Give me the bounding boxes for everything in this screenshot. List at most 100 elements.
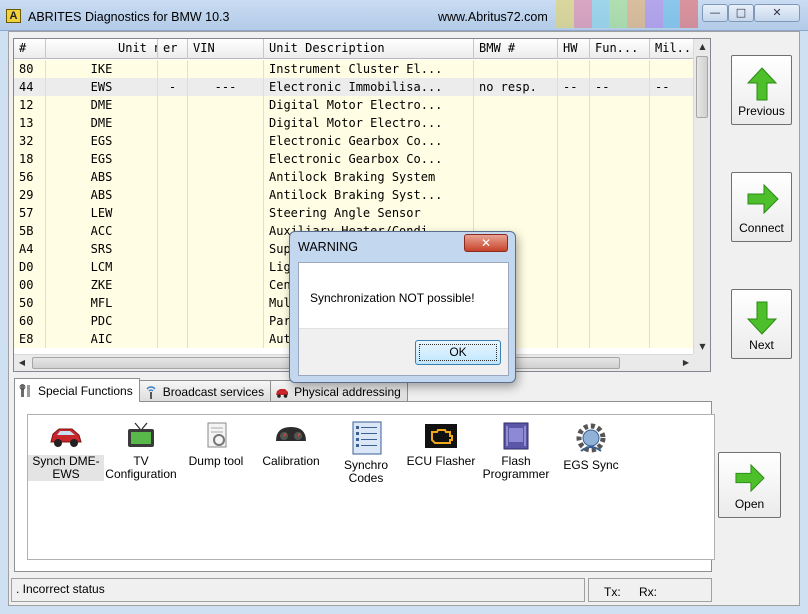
- background-taskbar-strip: [556, 0, 698, 28]
- table-cell: [558, 258, 590, 276]
- maximize-button[interactable]: □: [728, 4, 754, 22]
- egs-sync-tool[interactable]: EGS Sync: [553, 421, 629, 472]
- table-row[interactable]: 80 IKE Instrument Cluster El...: [14, 60, 694, 78]
- table-cell: [590, 114, 650, 132]
- table-cell: [158, 168, 188, 186]
- table-cell: no resp.: [474, 78, 558, 96]
- scrollbar-corner: [693, 354, 710, 371]
- tab-label: Broadcast services: [162, 384, 265, 399]
- table-cell: [158, 294, 188, 312]
- synch-dme-ews-tool[interactable]: Synch DME-EWS: [28, 421, 104, 481]
- minimize-button[interactable]: —: [702, 4, 728, 22]
- table-row[interactable]: 32 EGS Electronic Gearbox Co...: [14, 132, 694, 150]
- dialog-message: Synchronization NOT possible!: [310, 291, 475, 305]
- table-cell: LCM: [46, 258, 158, 276]
- column-header[interactable]: Mil...: [650, 39, 694, 59]
- table-cell: Electronic Gearbox Co...: [264, 132, 474, 150]
- table-cell: Antilock Braking Syst...: [264, 186, 474, 204]
- table-cell: [158, 132, 188, 150]
- column-header[interactable]: Unit name: [46, 39, 158, 59]
- scroll-left-icon[interactable]: ◀: [14, 355, 30, 371]
- table-cell: Antilock Braking System: [264, 168, 474, 186]
- open-button[interactable]: Open: [718, 452, 781, 518]
- tv-configuration-tool[interactable]: TV Configuration: [103, 421, 179, 481]
- table-cell: [590, 132, 650, 150]
- table-row[interactable]: 56 ABS Antilock Braking System: [14, 168, 694, 186]
- arrow-down-icon: [746, 301, 778, 335]
- synchro-codes-tool[interactable]: Synchro Codes: [328, 421, 404, 485]
- ecu-flasher-tool[interactable]: ECU Flasher: [403, 421, 479, 468]
- table-cell: [558, 330, 590, 348]
- table-cell: [650, 132, 694, 150]
- previous-label: Previous: [738, 104, 785, 118]
- tab-label: Physical addressing: [294, 384, 401, 399]
- flash-programmer-tool[interactable]: Flash Programmer: [478, 421, 554, 481]
- column-header[interactable]: BMW #: [474, 39, 558, 59]
- dialog-close-button[interactable]: ✕: [464, 234, 508, 252]
- column-header[interactable]: Fun...: [590, 39, 650, 59]
- table-row[interactable]: 18 EGS Electronic Gearbox Co...: [14, 150, 694, 168]
- table-cell: 44: [14, 78, 46, 96]
- previous-button[interactable]: Previous: [731, 55, 792, 125]
- scroll-down-icon[interactable]: ▼: [695, 339, 710, 355]
- table-cell: [650, 240, 694, 258]
- calibration-tool[interactable]: Calibration: [253, 421, 329, 468]
- tab-physical-addressing[interactable]: Physical addressing: [270, 380, 408, 402]
- connect-button[interactable]: Connect: [731, 172, 792, 242]
- table-cell: -: [158, 78, 188, 96]
- status-bar: . Incorrect status: [11, 578, 585, 602]
- table-cell: [188, 258, 264, 276]
- special-functions-panel: Synch DME-EWS TV Configuration Dump tool: [14, 401, 715, 572]
- table-cell: [590, 294, 650, 312]
- table-cell: --: [590, 78, 650, 96]
- column-header[interactable]: er: [158, 39, 188, 59]
- tab-broadcast-services[interactable]: Broadcast services: [138, 380, 272, 402]
- window-title: ABRITES Diagnostics for BMW 10.3: [28, 10, 230, 24]
- column-header[interactable]: #: [14, 39, 46, 59]
- table-cell: [590, 186, 650, 204]
- scroll-up-icon[interactable]: ▲: [695, 39, 710, 55]
- table-cell: [188, 186, 264, 204]
- column-header[interactable]: Unit Description: [264, 39, 474, 59]
- dump-tool[interactable]: Dump tool: [178, 421, 254, 468]
- table-cell: [558, 132, 590, 150]
- column-header[interactable]: HW: [558, 39, 590, 59]
- table-cell: [590, 150, 650, 168]
- table-cell: [590, 168, 650, 186]
- table-cell: LEW: [46, 204, 158, 222]
- tab-special-functions[interactable]: Special Functions: [14, 378, 140, 402]
- ok-button[interactable]: OK: [415, 340, 501, 365]
- title-bar: A ABRITES Diagnostics for BMW 10.3 www.A…: [0, 0, 808, 31]
- table-row[interactable]: 13 DME Digital Motor Electro...: [14, 114, 694, 132]
- table-cell: [558, 240, 590, 258]
- table-cell: [590, 240, 650, 258]
- next-button[interactable]: Next: [731, 289, 792, 359]
- table-row[interactable]: 57 LEW Steering Angle Sensor: [14, 204, 694, 222]
- vertical-scrollbar[interactable]: ▲ ▼: [693, 39, 710, 355]
- open-label: Open: [734, 497, 765, 511]
- table-cell: [188, 150, 264, 168]
- scroll-right-icon[interactable]: ▶: [678, 355, 694, 371]
- table-cell: [650, 150, 694, 168]
- vertical-scroll-thumb[interactable]: [696, 56, 708, 118]
- table-cell: [158, 60, 188, 78]
- table-cell: --: [650, 78, 694, 96]
- table-row[interactable]: 29 ABS Antilock Braking Syst...: [14, 186, 694, 204]
- column-header[interactable]: VIN: [188, 39, 264, 59]
- table-cell: [474, 168, 558, 186]
- connect-label: Connect: [739, 221, 784, 235]
- table-cell: [188, 240, 264, 258]
- table-cell: [158, 150, 188, 168]
- table-cell: [158, 330, 188, 348]
- close-window-button[interactable]: ✕: [754, 4, 800, 22]
- table-row[interactable]: 12 DME Digital Motor Electro...: [14, 96, 694, 114]
- table-cell: [158, 258, 188, 276]
- tool-label: TV Configuration: [105, 454, 177, 481]
- table-cell: [188, 330, 264, 348]
- table-cell: IKE: [46, 60, 158, 78]
- table-cell: 29: [14, 186, 46, 204]
- car-icon: [276, 388, 289, 398]
- table-cell: --: [558, 78, 590, 96]
- table-row[interactable]: 44 EWS - --- Electronic Immobilisa... no resp…: [14, 78, 694, 96]
- table-cell: [650, 222, 694, 240]
